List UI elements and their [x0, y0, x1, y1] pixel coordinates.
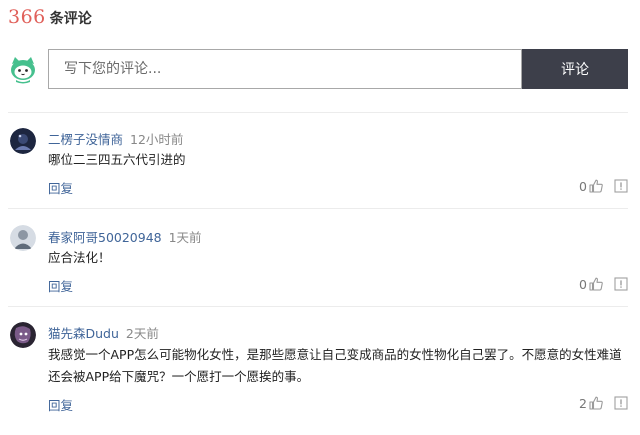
avatar[interactable]: [10, 225, 36, 251]
comment-text: 我感觉一个APP怎么可能物化女性，是那些愿意让自己变成商品的女性物化自己罢了。不…: [48, 347, 622, 384]
reply-link[interactable]: 回复: [48, 178, 73, 197]
comment-actions: 0: [579, 275, 628, 293]
comment-text: 哪位二三四五六代引进的: [48, 152, 186, 167]
reply-link[interactable]: 回复: [48, 276, 73, 295]
comment-time: 12小时前: [130, 132, 184, 147]
like-count: 0: [579, 276, 587, 292]
avatar-image-icon: [10, 225, 36, 251]
thumbs-up-icon[interactable]: [588, 178, 604, 194]
avatar[interactable]: [10, 128, 36, 154]
comments-header: 366 条评论: [8, 6, 92, 32]
comment-meta: 二楞子没情商 12小时前: [48, 129, 183, 148]
comment-time: 1天前: [168, 230, 202, 245]
report-icon[interactable]: [614, 277, 628, 291]
comment-actions: 0: [579, 177, 628, 195]
like-count: 0: [579, 178, 587, 194]
comment-text: 应合法化！: [48, 250, 111, 265]
avatar-image-icon: [10, 322, 36, 348]
comment-item: 春家阿哥50020948 1天前 应合法化！ 回复 0: [8, 208, 628, 307]
comment-meta: 猫先森Dudu 2天前: [48, 323, 159, 342]
comment-username[interactable]: 春家阿哥50020948: [48, 230, 162, 245]
report-icon[interactable]: [614, 396, 628, 410]
like-count: 2: [579, 395, 587, 411]
thumbs-up-icon[interactable]: [588, 276, 604, 292]
submit-comment-button[interactable]: 评论: [522, 49, 628, 89]
comment-count-label: 条评论: [49, 11, 92, 27]
comment-item: 二楞子没情商 12小时前 哪位二三四五六代引进的 回复 0: [8, 112, 628, 209]
thumbs-up-icon[interactable]: [588, 395, 604, 411]
comment-username[interactable]: 二楞子没情商: [48, 132, 123, 147]
report-icon[interactable]: [614, 179, 628, 193]
comment-input[interactable]: [48, 49, 522, 89]
comment-composer: 评论: [8, 49, 628, 93]
comment-time: 2天前: [125, 326, 159, 341]
avatar-image-icon: [10, 128, 36, 154]
avatar[interactable]: [10, 322, 36, 348]
comment-item: 猫先森Dudu 2天前 我感觉一个APP怎么可能物化女性，是那些愿意让自己变成商…: [8, 306, 628, 435]
comment-meta: 春家阿哥50020948 1天前: [48, 227, 202, 246]
reply-link[interactable]: 回复: [48, 395, 73, 414]
comment-username[interactable]: 猫先森Dudu: [48, 326, 119, 341]
cat-avatar-icon: [11, 57, 35, 84]
comment-actions: 2: [579, 394, 628, 412]
comment-count: 366: [8, 6, 46, 28]
